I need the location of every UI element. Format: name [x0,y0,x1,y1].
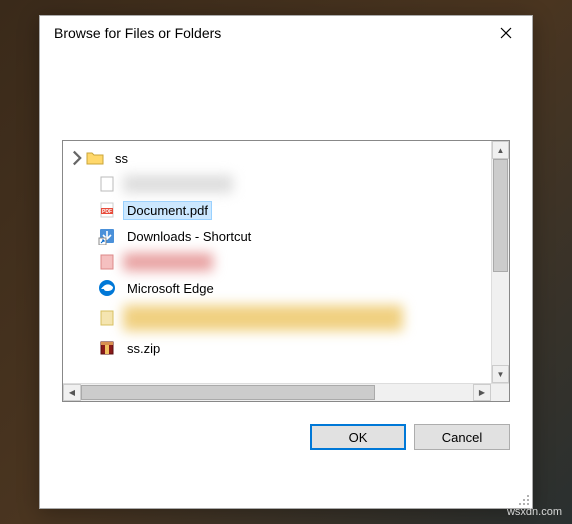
scroll-thumb[interactable] [81,385,375,400]
file-tree-box: ss PDF Document.pdf [62,140,510,402]
resize-grip[interactable] [516,492,530,506]
ok-button[interactable]: OK [310,424,406,450]
pdf-icon: PDF [97,200,117,220]
tree-item-blurred[interactable] [63,249,491,275]
button-row: OK Cancel [62,424,510,450]
file-tree[interactable]: ss PDF Document.pdf [63,141,491,383]
close-icon [500,27,512,39]
scroll-left-button[interactable]: ◀ [63,384,81,401]
scroll-corner [491,384,509,401]
blurred-label [123,175,233,193]
tree-item-label: ss.zip [123,339,164,358]
tree-item-ss-zip[interactable]: ss.zip [63,335,491,361]
tree-item-blurred[interactable] [63,171,491,197]
tree-item-label: Document.pdf [123,201,212,220]
file-icon [97,308,117,328]
scroll-thumb[interactable] [493,159,508,272]
archive-icon [97,338,117,358]
close-button[interactable] [486,19,526,47]
tree-item-label: Microsoft Edge [123,279,218,298]
dialog-content: ss PDF Document.pdf [40,50,532,508]
shortcut-icon [97,226,117,246]
vertical-scrollbar[interactable]: ▲ ▼ [491,141,509,383]
tree-item-label: Downloads - Shortcut [123,227,255,246]
file-icon [97,174,117,194]
tree-item-label: ss [111,149,132,168]
folder-icon [85,148,105,168]
file-tree-area: ss PDF Document.pdf [63,141,509,383]
horizontal-scrollbar[interactable]: ◀ ▶ [63,383,509,401]
scroll-track[interactable] [492,159,509,365]
blurred-label [123,253,213,271]
watermark: wsxdn.com [507,506,562,518]
svg-text:PDF: PDF [102,209,112,215]
tree-item-downloads-shortcut[interactable]: Downloads - Shortcut [63,223,491,249]
scroll-up-button[interactable]: ▲ [492,141,509,159]
tree-item-microsoft-edge[interactable]: Microsoft Edge [63,275,491,301]
file-icon [97,252,117,272]
dialog-title: Browse for Files or Folders [54,25,486,41]
blurred-label [123,305,403,331]
scroll-down-button[interactable]: ▼ [492,365,509,383]
scroll-right-button[interactable]: ▶ [473,384,491,401]
resize-grip-icon [516,492,530,506]
edge-icon [97,278,117,298]
tree-item-document-pdf[interactable]: PDF Document.pdf [63,197,491,223]
chevron-right-icon[interactable] [69,150,85,166]
titlebar: Browse for Files or Folders [40,16,532,50]
browse-dialog: Browse for Files or Folders ss [39,15,533,509]
scroll-track[interactable] [81,384,473,401]
tree-item-blurred[interactable] [63,301,491,335]
tree-folder-root[interactable]: ss [63,145,491,171]
cancel-button[interactable]: Cancel [414,424,510,450]
